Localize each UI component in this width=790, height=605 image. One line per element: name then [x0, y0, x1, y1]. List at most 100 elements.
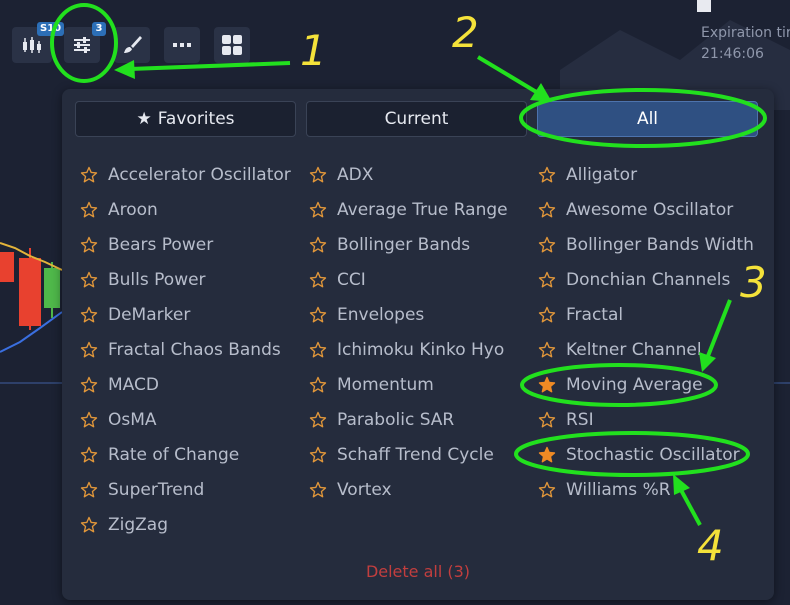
indicator-item[interactable]: Rate of Change	[80, 442, 239, 468]
candles-group	[0, 248, 60, 330]
star-outline-icon[interactable]	[309, 341, 327, 359]
annotation-number-3: 3	[740, 258, 767, 307]
tab-current[interactable]: Current	[306, 101, 527, 137]
indicator-item[interactable]: Alligator	[538, 162, 637, 188]
indicator-item[interactable]: Moving Average	[538, 372, 703, 398]
indicator-item[interactable]: Bollinger Bands	[309, 232, 470, 258]
star-outline-icon[interactable]	[80, 516, 98, 534]
indicator-label: RSI	[566, 410, 594, 430]
indicator-item[interactable]: Donchian Channels	[538, 267, 730, 293]
indicator-label: Bollinger Bands Width	[566, 235, 754, 255]
star-outline-icon[interactable]	[538, 341, 556, 359]
more-button[interactable]	[164, 27, 200, 63]
star-outline-icon[interactable]	[80, 166, 98, 184]
star-outline-icon[interactable]	[80, 411, 98, 429]
tab-all[interactable]: All	[537, 101, 758, 137]
indicator-item[interactable]: Keltner Channel	[538, 337, 702, 363]
star-outline-icon[interactable]	[309, 201, 327, 219]
indicator-item[interactable]: DeMarker	[80, 302, 190, 328]
indicator-label: Stochastic Oscillator	[566, 445, 740, 465]
star-outline-icon[interactable]	[80, 306, 98, 324]
indicator-label: Keltner Channel	[566, 340, 702, 360]
annotation-number-1: 1	[300, 26, 327, 75]
layout-button[interactable]	[214, 27, 250, 63]
indicator-label: Alligator	[566, 165, 638, 185]
star-outline-icon[interactable]	[309, 411, 327, 429]
star-outline-icon[interactable]	[309, 236, 327, 254]
indicator-item[interactable]: Fractal	[538, 302, 623, 328]
star-outline-icon[interactable]	[309, 481, 327, 499]
star-outline-icon[interactable]	[80, 236, 98, 254]
indicator-item[interactable]: Schaff Trend Cycle	[309, 442, 494, 468]
star-outline-icon[interactable]	[538, 271, 556, 289]
star-outline-icon[interactable]	[309, 376, 327, 394]
indicator-item[interactable]: Momentum	[309, 372, 434, 398]
timeframe-badge: S10	[37, 22, 65, 36]
star-outline-icon[interactable]	[309, 166, 327, 184]
indicator-item[interactable]: CCI	[309, 267, 366, 293]
tab-all-label: All	[636, 109, 659, 129]
indicator-item[interactable]: Bears Power	[80, 232, 213, 258]
drawing-button[interactable]	[114, 27, 150, 63]
indicator-label: Moving Average	[566, 375, 703, 395]
indicator-item[interactable]: Bollinger Bands Width	[538, 232, 754, 258]
indicator-item[interactable]: Aroon	[80, 197, 158, 223]
delete-all-link[interactable]: Delete all (3)	[62, 562, 774, 581]
indicators-panel: ★ Favorites Current All Accelerator Osci…	[62, 89, 774, 600]
indicator-label: DeMarker	[108, 305, 191, 325]
indicator-item[interactable]: OsMA	[80, 407, 157, 433]
indicator-label: Envelopes	[337, 305, 425, 325]
indicator-item[interactable]: Vortex	[309, 477, 392, 503]
indicator-label: Accelerator Oscillator	[108, 165, 291, 185]
indicator-item[interactable]: Fractal Chaos Bands	[80, 337, 281, 363]
indicator-item[interactable]: RSI	[538, 407, 594, 433]
star-outline-icon[interactable]	[309, 271, 327, 289]
star-outline-icon[interactable]	[80, 446, 98, 464]
star-outline-icon[interactable]	[80, 341, 98, 359]
indicator-label: Bollinger Bands	[337, 235, 471, 255]
indicator-label: OsMA	[108, 410, 157, 430]
star-outline-icon[interactable]	[538, 306, 556, 324]
indicator-item[interactable]: Average True Range	[309, 197, 508, 223]
indicator-label: CCI	[337, 270, 366, 290]
star-outline-icon[interactable]	[80, 201, 98, 219]
indicator-item[interactable]: ADX	[309, 162, 373, 188]
star-outline-icon[interactable]	[309, 306, 327, 324]
indicator-item[interactable]: MACD	[80, 372, 159, 398]
star-outline-icon[interactable]	[538, 236, 556, 254]
indicator-item[interactable]: Bulls Power	[80, 267, 206, 293]
indicator-label: Momentum	[337, 375, 434, 395]
indicator-item[interactable]: Accelerator Oscillator	[80, 162, 291, 188]
star-outline-icon[interactable]	[80, 376, 98, 394]
indicator-item[interactable]: Ichimoku Kinko Hyo	[309, 337, 504, 363]
indicator-item[interactable]: SuperTrend	[80, 477, 204, 503]
tab-current-label: Current	[384, 109, 449, 129]
indicator-label: Vortex	[337, 480, 392, 500]
indicator-label: Williams %R	[566, 480, 671, 500]
indicator-label: Aroon	[108, 200, 158, 220]
star-outline-icon[interactable]	[538, 481, 556, 499]
indicator-item[interactable]: Williams %R	[538, 477, 671, 503]
indicator-item[interactable]: Stochastic Oscillator	[538, 442, 740, 468]
star-outline-icon[interactable]	[538, 201, 556, 219]
star-icon: ★	[136, 109, 152, 129]
indicators-count-badge: 3	[92, 22, 106, 36]
star-filled-icon[interactable]	[538, 376, 556, 394]
candle-green	[44, 268, 60, 308]
star-outline-icon[interactable]	[80, 271, 98, 289]
star-outline-icon[interactable]	[80, 481, 98, 499]
tab-favorites-label: Favorites	[157, 109, 235, 129]
indicator-label: Average True Range	[337, 200, 508, 220]
annotation-number-4: 4	[697, 521, 724, 570]
star-outline-icon[interactable]	[538, 166, 556, 184]
indicator-item[interactable]: Envelopes	[309, 302, 424, 328]
star-outline-icon[interactable]	[538, 411, 556, 429]
indicator-item[interactable]: Parabolic SAR	[309, 407, 454, 433]
indicator-label: Schaff Trend Cycle	[337, 445, 494, 465]
indicator-item[interactable]: Awesome Oscillator	[538, 197, 733, 223]
indicator-label: Bears Power	[108, 235, 214, 255]
tab-favorites[interactable]: ★ Favorites	[75, 101, 296, 137]
indicator-item[interactable]: ZigZag	[80, 512, 168, 538]
star-filled-icon[interactable]	[538, 446, 556, 464]
star-outline-icon[interactable]	[309, 446, 327, 464]
